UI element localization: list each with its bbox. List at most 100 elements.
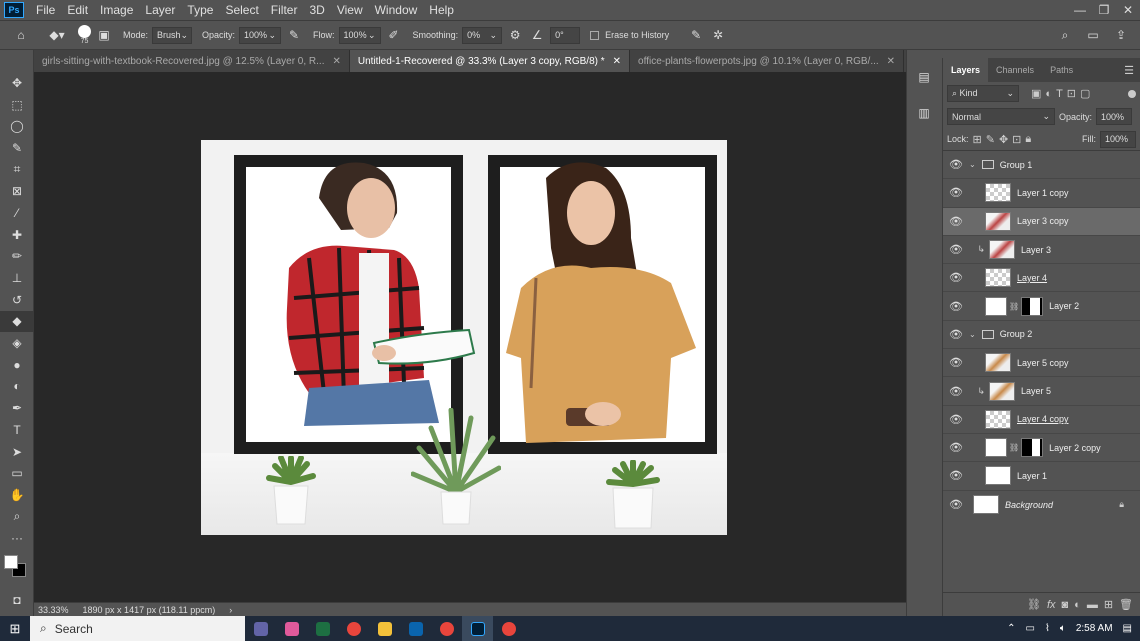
filter-adjustment-icon[interactable]: ◐ — [1045, 88, 1052, 100]
menu-file[interactable]: File — [30, 0, 61, 20]
blend-mode-select[interactable]: Normal ⌄ — [947, 108, 1055, 125]
taskbar-search-box[interactable]: ⌕ Search — [30, 616, 245, 641]
chrome-app-icon-2[interactable] — [431, 616, 462, 641]
doc-tab-2[interactable]: Untitled-1-Recovered @ 33.3% (Layer 3 co… — [349, 50, 631, 72]
eye-icon[interactable]: 👁︎ — [943, 215, 969, 228]
search-icon[interactable]: ⌕ — [1056, 26, 1074, 44]
pen-tool-icon[interactable]: ✒ — [0, 397, 34, 419]
menu-view[interactable]: View — [331, 0, 369, 20]
paint3d-app-icon[interactable] — [276, 616, 307, 641]
fill-field[interactable]: 100% — [1100, 130, 1136, 148]
canvas-area[interactable] — [34, 72, 906, 602]
workspace-icon[interactable]: ▭ — [1084, 26, 1102, 44]
delete-layer-icon[interactable]: 🗑︎ — [1119, 598, 1133, 611]
lasso-tool-icon[interactable]: ◯ — [0, 115, 34, 137]
new-layer-icon[interactable]: ⊞ — [1104, 598, 1113, 611]
move-tool-icon[interactable]: ✥ — [0, 72, 34, 94]
zoom-level[interactable]: 33.33% — [38, 605, 69, 615]
close-tab-icon[interactable]: ✕ — [333, 56, 341, 67]
foreground-color-swatch[interactable] — [4, 555, 18, 570]
layer-row[interactable]: 👁︎ Layer 1 — [943, 462, 1140, 491]
brush-preset-picker[interactable]: 75 — [78, 25, 91, 45]
lock-all-icon[interactable]: 🔒︎ — [1025, 133, 1031, 146]
layer-row[interactable]: 👁︎ Layer 4 copy — [943, 406, 1140, 434]
angle-field[interactable]: 0° — [550, 26, 581, 44]
eye-icon[interactable]: 👁︎ — [943, 300, 969, 313]
home-icon[interactable]: ⌂ — [12, 26, 30, 44]
eraser-preset-icon[interactable]: ◆▾ — [48, 26, 66, 44]
layer-row[interactable]: 👁︎ ↳ Layer 5 — [943, 377, 1140, 406]
share-icon[interactable]: ⇪ — [1112, 26, 1130, 44]
paint-bucket-tool-icon[interactable]: ◈ — [0, 332, 34, 354]
filter-type-icon[interactable]: T — [1056, 88, 1063, 100]
new-group-icon[interactable]: ▬ — [1087, 599, 1098, 611]
eye-icon[interactable]: 👁︎ — [943, 356, 969, 369]
tab-layers[interactable]: Layers — [943, 58, 989, 82]
layer-row[interactable]: 👁︎ ↳ Layer 3 — [943, 236, 1140, 265]
filter-toggle-icon[interactable] — [1128, 89, 1136, 98]
hand-tool-icon[interactable]: ✋ — [0, 484, 34, 506]
path-select-tool-icon[interactable]: ➤ — [0, 441, 34, 463]
dodge-tool-icon[interactable]: ◐ — [0, 376, 34, 398]
stamp-tool-icon[interactable]: ⊥ — [0, 267, 34, 289]
properties-panel-icon[interactable]: ▤ — [907, 66, 941, 88]
adjustment-layer-icon[interactable]: ◐ — [1074, 599, 1081, 611]
quick-select-tool-icon[interactable]: ✎ — [0, 137, 34, 159]
erase-history-checkbox[interactable] — [590, 30, 600, 40]
eye-icon[interactable]: 👁︎ — [943, 186, 969, 199]
layer-row[interactable]: 👁︎ ⌄ Group 2 — [943, 321, 1140, 350]
eye-icon[interactable]: 👁︎ — [943, 469, 969, 482]
eye-icon[interactable]: 👁︎ — [943, 498, 969, 511]
layer-mask-thumbnail[interactable] — [1021, 296, 1044, 316]
outlook-app-icon[interactable] — [400, 616, 431, 641]
rectangle-tool-icon[interactable]: ▭ — [0, 462, 34, 484]
eye-icon[interactable]: 👁︎ — [943, 271, 969, 284]
eye-icon[interactable]: 👁︎ — [943, 385, 969, 398]
menu-layer[interactable]: Layer — [139, 0, 181, 20]
frame-tool-icon[interactable]: ⊠ — [0, 180, 34, 202]
eye-icon[interactable]: 👁︎ — [943, 441, 969, 454]
clock-time[interactable]: 2:58 AM — [1076, 623, 1113, 634]
pressure-opacity-icon[interactable]: ✎ — [285, 26, 303, 44]
filter-pixel-icon[interactable]: ▣ — [1031, 87, 1041, 100]
history-brush-tool-icon[interactable]: ↺ — [0, 289, 34, 311]
menu-3d[interactable]: 3D — [303, 0, 330, 20]
zoom-tool-icon[interactable]: ⌕ — [0, 506, 34, 528]
network-icon[interactable]: ⌇ — [1045, 623, 1050, 634]
brush-settings-icon[interactable]: ▣ — [95, 26, 113, 44]
more-tools-icon[interactable]: ··· — [0, 527, 34, 549]
layer-style-icon[interactable]: fx — [1047, 599, 1056, 611]
panel-menu-icon[interactable]: ☰ — [1124, 64, 1134, 77]
add-mask-icon[interactable]: ◙ — [1062, 599, 1069, 611]
eye-icon[interactable]: 👁︎ — [943, 158, 969, 171]
close-tab-icon[interactable]: ✕ — [613, 56, 621, 67]
lock-position-icon[interactable]: ✥ — [999, 133, 1008, 146]
lock-pixels-icon[interactable]: ✎ — [986, 133, 995, 146]
menu-image[interactable]: Image — [94, 0, 139, 20]
restore-icon[interactable]: ❐ — [1092, 0, 1116, 20]
file-explorer-app-icon[interactable] — [369, 616, 400, 641]
layer-row[interactable]: 👁︎ ⌄ Group 1 — [943, 151, 1140, 180]
menu-type[interactable]: Type — [181, 0, 219, 20]
chevron-right-icon[interactable]: › — [229, 605, 232, 615]
chrome-app-icon[interactable] — [338, 616, 369, 641]
layer-row[interactable]: 👁︎ ⛓︎ Layer 2 — [943, 292, 1140, 321]
eyedropper-tool-icon[interactable]: ⁄ — [0, 202, 34, 224]
layer-row[interactable]: 👁︎ Layer 4 — [943, 264, 1140, 293]
layer-row-background[interactable]: 👁︎ Background 🔒︎ — [943, 491, 1140, 519]
doc-tab-3[interactable]: office-plants-flowerpots.jpg @ 10.1% (La… — [630, 50, 905, 72]
link-layers-icon[interactable]: ⛓︎ — [1027, 598, 1041, 611]
document-canvas[interactable] — [201, 140, 727, 535]
eraser-tool-icon[interactable]: ◆ — [0, 310, 34, 333]
notification-icon[interactable]: ▤ — [1123, 623, 1132, 634]
photoshop-app-icon[interactable] — [462, 616, 493, 641]
close-tab-icon[interactable]: ✕ — [887, 56, 895, 67]
symmetry-icon[interactable]: ✲ — [709, 26, 727, 44]
chevron-down-icon[interactable]: ⌄ — [969, 160, 976, 169]
pressure-size-icon[interactable]: ✎ — [687, 26, 705, 44]
brush-tool-icon[interactable]: ✏ — [0, 246, 34, 268]
airbrush-icon[interactable]: ✐ — [385, 26, 403, 44]
layer-row[interactable]: 👁︎ ⛓︎ Layer 2 copy — [943, 434, 1140, 463]
gear-icon[interactable]: ⚙ — [506, 26, 524, 44]
menu-help[interactable]: Help — [423, 0, 460, 20]
